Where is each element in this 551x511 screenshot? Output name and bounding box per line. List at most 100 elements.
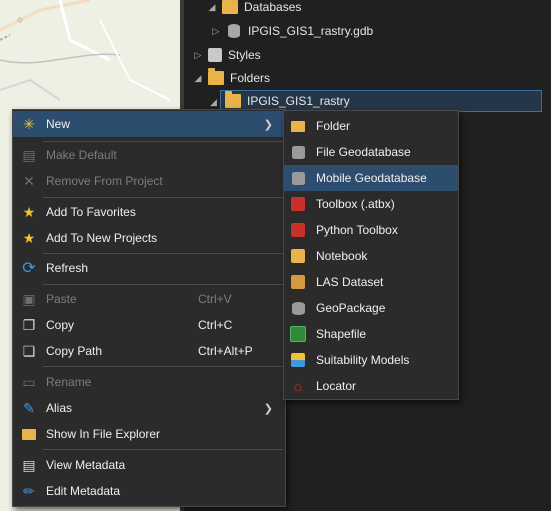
tree-item-gdb[interactable]: ▷ IPGIS_GIS1_rastry.gdb bbox=[208, 20, 548, 42]
menu-item-label: Edit Metadata bbox=[46, 484, 121, 498]
submenu-item-geopackage[interactable]: GeoPackage bbox=[284, 295, 458, 321]
menu-item-paste[interactable]: ▣ Paste Ctrl+V bbox=[13, 286, 285, 312]
menu-item-edit-metadata[interactable]: ✏ Edit Metadata bbox=[13, 478, 285, 504]
geodatabase-icon bbox=[228, 24, 240, 38]
menu-item-label: GeoPackage bbox=[316, 301, 386, 315]
shortcut-label: Ctrl+C bbox=[198, 318, 233, 332]
shortcut-label: Ctrl+Alt+P bbox=[198, 344, 253, 358]
menu-item-label: Rename bbox=[46, 375, 92, 389]
view-metadata-icon: ▤ bbox=[22, 456, 36, 473]
menu-item-alias[interactable]: ✎ Alias ❯ bbox=[13, 395, 285, 421]
suitability-models-icon bbox=[290, 352, 306, 368]
menu-item-label: Notebook bbox=[316, 249, 368, 263]
star-icon: ★ bbox=[22, 203, 36, 220]
menu-item-label: Locator bbox=[316, 379, 357, 393]
tree-item-label: IPGIS_GIS1_rastry bbox=[247, 94, 350, 108]
menu-item-label: New bbox=[46, 117, 71, 131]
tree-item-label: Databases bbox=[244, 0, 302, 14]
styles-icon bbox=[208, 48, 222, 62]
star-add-icon: ★ bbox=[22, 229, 36, 246]
collapse-arrow-icon[interactable]: ◢ bbox=[206, 2, 218, 13]
menu-item-label: Make Default bbox=[46, 148, 117, 162]
menu-item-label: Paste bbox=[46, 292, 77, 306]
tree-item-label: IPGIS_GIS1_rastry.gdb bbox=[248, 24, 374, 38]
locator-icon: ⌂ bbox=[293, 378, 303, 394]
submenu-item-python-toolbox[interactable]: Python Toolbox bbox=[284, 217, 458, 243]
menu-item-label: Mobile Geodatabase bbox=[316, 171, 427, 185]
context-menu: ✳ New ❯ ▤ Make Default ✕ Remove From Pro… bbox=[12, 109, 286, 507]
menu-item-label: Copy bbox=[46, 318, 75, 332]
open-folder-icon bbox=[21, 426, 37, 442]
collapse-arrow-icon[interactable]: ◢ bbox=[192, 73, 204, 84]
submenu-item-folder[interactable]: Folder bbox=[284, 113, 458, 139]
tree-item-label: Folders bbox=[230, 71, 271, 85]
folder-icon bbox=[225, 91, 241, 108]
menu-item-label: LAS Dataset bbox=[316, 275, 384, 289]
menu-item-label: Suitability Models bbox=[316, 353, 410, 367]
menu-item-label: Python Toolbox bbox=[316, 223, 398, 237]
paste-icon: ▣ bbox=[22, 290, 36, 307]
menu-item-refresh[interactable]: ⟳ Refresh bbox=[13, 255, 285, 281]
mobile-geodatabase-icon bbox=[290, 170, 306, 186]
shapefile-icon bbox=[290, 326, 306, 342]
menu-item-new[interactable]: ✳ New ❯ bbox=[13, 111, 285, 137]
menu-item-label: Refresh bbox=[46, 261, 89, 275]
menu-separator bbox=[43, 284, 283, 285]
submenu-item-toolbox[interactable]: Toolbox (.atbx) bbox=[284, 191, 458, 217]
edit-metadata-icon: ✏ bbox=[23, 482, 35, 499]
file-geodatabase-icon bbox=[290, 144, 306, 160]
submenu-arrow-icon: ❯ bbox=[263, 118, 273, 131]
submenu-item-suitability-models[interactable]: Suitability Models bbox=[284, 347, 458, 373]
tree-item-styles[interactable]: ▷ Styles bbox=[192, 44, 532, 66]
refresh-icon: ⟳ bbox=[22, 260, 36, 277]
tree-item-databases[interactable]: ◢ Databases bbox=[206, 0, 546, 18]
menu-item-rename[interactable]: ▭ Rename bbox=[13, 369, 285, 395]
menu-item-label: File Geodatabase bbox=[316, 145, 411, 159]
copy-icon: ❐ bbox=[22, 316, 36, 333]
menu-item-label: Copy Path bbox=[46, 344, 103, 358]
menu-item-label: Add To New Projects bbox=[46, 231, 158, 245]
shortcut-label: Ctrl+V bbox=[198, 292, 232, 306]
notebook-icon bbox=[290, 248, 306, 264]
new-submenu: Folder File Geodatabase Mobile Geodataba… bbox=[283, 110, 459, 400]
rename-icon: ▭ bbox=[22, 373, 36, 390]
menu-item-view-metadata[interactable]: ▤ View Metadata bbox=[13, 452, 285, 478]
collapse-arrow-icon[interactable]: ◢ bbox=[210, 97, 217, 108]
submenu-item-notebook[interactable]: Notebook bbox=[284, 243, 458, 269]
submenu-item-file-geodatabase[interactable]: File Geodatabase bbox=[284, 139, 458, 165]
menu-item-make-default[interactable]: ▤ Make Default bbox=[13, 142, 285, 168]
database-folder-icon bbox=[222, 0, 238, 14]
toolbox-icon bbox=[290, 196, 306, 212]
menu-item-copy[interactable]: ❐ Copy Ctrl+C bbox=[13, 312, 285, 338]
make-default-icon: ▤ bbox=[22, 146, 36, 163]
menu-item-remove-from-project[interactable]: ✕ Remove From Project bbox=[13, 168, 285, 194]
menu-item-label: Shapefile bbox=[316, 327, 367, 341]
submenu-arrow-icon: ❯ bbox=[263, 402, 273, 415]
menu-item-add-to-new-projects[interactable]: ★ Add To New Projects bbox=[13, 225, 285, 251]
expand-arrow-icon[interactable]: ▷ bbox=[192, 50, 204, 61]
submenu-item-mobile-geodatabase[interactable]: Mobile Geodatabase bbox=[284, 165, 458, 191]
menu-item-label: Show In File Explorer bbox=[46, 427, 161, 441]
submenu-item-shapefile[interactable]: Shapefile bbox=[284, 321, 458, 347]
submenu-item-locator[interactable]: ⌂ Locator bbox=[284, 373, 458, 399]
menu-separator bbox=[43, 449, 283, 450]
menu-item-label: View Metadata bbox=[46, 458, 126, 472]
python-toolbox-icon bbox=[290, 222, 306, 238]
tree-item-folders[interactable]: ◢ Folders bbox=[192, 67, 532, 89]
menu-item-label: Remove From Project bbox=[46, 174, 163, 188]
remove-icon: ✕ bbox=[23, 172, 35, 189]
menu-item-show-in-file-explorer[interactable]: Show In File Explorer bbox=[13, 421, 285, 447]
menu-item-copy-path[interactable]: ❏ Copy Path Ctrl+Alt+P bbox=[13, 338, 285, 364]
new-folder-icon bbox=[290, 118, 306, 134]
submenu-item-las-dataset[interactable]: LAS Dataset bbox=[284, 269, 458, 295]
new-sparkle-icon: ✳ bbox=[23, 115, 35, 132]
menu-separator bbox=[43, 253, 283, 254]
menu-separator bbox=[43, 197, 283, 198]
tree-item-label: Styles bbox=[228, 48, 261, 62]
copy-path-icon: ❏ bbox=[22, 342, 36, 359]
alias-icon: ✎ bbox=[23, 399, 35, 416]
expand-arrow-icon[interactable]: ▷ bbox=[210, 26, 222, 37]
menu-item-add-to-favorites[interactable]: ★ Add To Favorites bbox=[13, 199, 285, 225]
menu-separator bbox=[43, 366, 283, 367]
menu-item-label: Toolbox (.atbx) bbox=[316, 197, 395, 211]
